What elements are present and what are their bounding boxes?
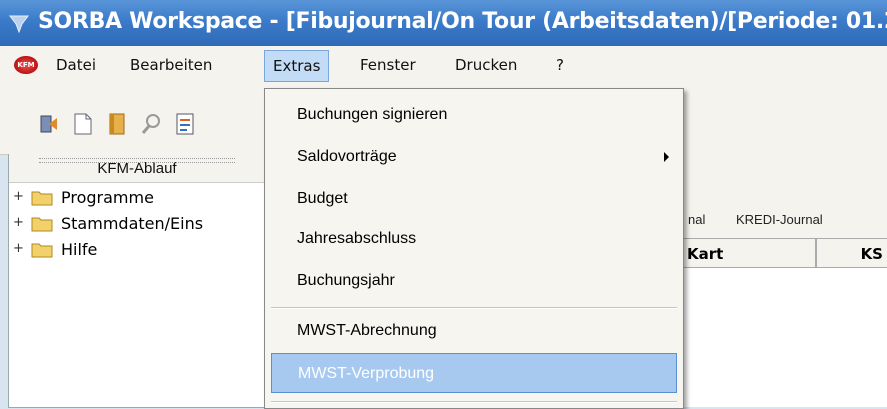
kfm-logo-icon[interactable]: KFM bbox=[14, 56, 38, 74]
menu-item-mwst-verprobung[interactable]: MWST-Verprobung bbox=[271, 353, 677, 393]
tree-item-stammdaten[interactable]: + Stammdaten/Eins bbox=[9, 212, 265, 238]
extras-menu: Buchungen signieren Saldovorträge Budget… bbox=[264, 88, 684, 409]
app-icon bbox=[9, 15, 29, 34]
expand-icon[interactable]: + bbox=[13, 242, 24, 255]
menu-help[interactable]: ? bbox=[556, 56, 564, 74]
tree-label: Hilfe bbox=[61, 240, 98, 259]
folder-icon bbox=[31, 217, 53, 232]
menu-bearbeiten[interactable]: Bearbeiten bbox=[130, 56, 212, 74]
folder-icon bbox=[31, 191, 53, 206]
menu-item-buchungen-signieren[interactable]: Buchungen signieren bbox=[265, 95, 683, 135]
menu-item-buchungsjahr[interactable]: Buchungsjahr bbox=[265, 261, 683, 301]
book-icon[interactable] bbox=[106, 112, 128, 136]
menu-bar: KFM Datei Bearbeiten Extras Fenster Druc… bbox=[0, 46, 887, 85]
menu-item-jahresabschluss[interactable]: Jahresabschluss bbox=[265, 219, 683, 259]
new-document-icon[interactable] bbox=[72, 112, 94, 136]
column-header-kart[interactable]: Kart bbox=[682, 238, 816, 268]
tab-journal[interactable]: nal bbox=[688, 203, 705, 237]
menu-item-mwst-abrechnung[interactable]: MWST-Abrechnung bbox=[265, 311, 683, 351]
menu-datei[interactable]: Datei bbox=[56, 56, 96, 74]
panel-grip[interactable] bbox=[39, 158, 235, 163]
expand-icon[interactable]: + bbox=[13, 216, 24, 229]
search-icon[interactable] bbox=[140, 112, 162, 136]
menu-item-saldovortraege[interactable]: Saldovorträge bbox=[265, 137, 683, 177]
column-header-ks[interactable]: KS bbox=[816, 238, 887, 268]
menu-extras[interactable]: Extras bbox=[264, 50, 330, 82]
menu-separator bbox=[271, 401, 677, 403]
tree-item-programme[interactable]: + Programme bbox=[9, 186, 265, 212]
expand-icon[interactable]: + bbox=[13, 190, 24, 203]
report-icon[interactable] bbox=[174, 112, 196, 136]
menu-drucken[interactable]: Drucken bbox=[455, 56, 517, 74]
tree-label: Programme bbox=[61, 188, 154, 207]
panel-title: KFM-Ablauf bbox=[9, 154, 265, 183]
tree-item-hilfe[interactable]: + Hilfe bbox=[9, 238, 265, 264]
kfm-ablauf-panel: KFM-Ablauf + Programme + Stammdaten/Eins… bbox=[8, 154, 266, 408]
tab-kredi-journal[interactable]: KREDI-Journal bbox=[736, 203, 823, 237]
window-title: SORBA Workspace - [Fibujournal/On Tour (… bbox=[38, 9, 887, 34]
menu-separator bbox=[271, 307, 677, 309]
folder-icon bbox=[31, 243, 53, 258]
menu-fenster[interactable]: Fenster bbox=[360, 56, 416, 74]
title-bar: SORBA Workspace - [Fibujournal/On Tour (… bbox=[0, 0, 887, 46]
tree-label: Stammdaten/Eins bbox=[61, 214, 204, 233]
submenu-arrow-icon bbox=[664, 152, 669, 162]
menu-item-budget[interactable]: Budget bbox=[265, 179, 683, 219]
exit-icon[interactable] bbox=[38, 112, 60, 136]
